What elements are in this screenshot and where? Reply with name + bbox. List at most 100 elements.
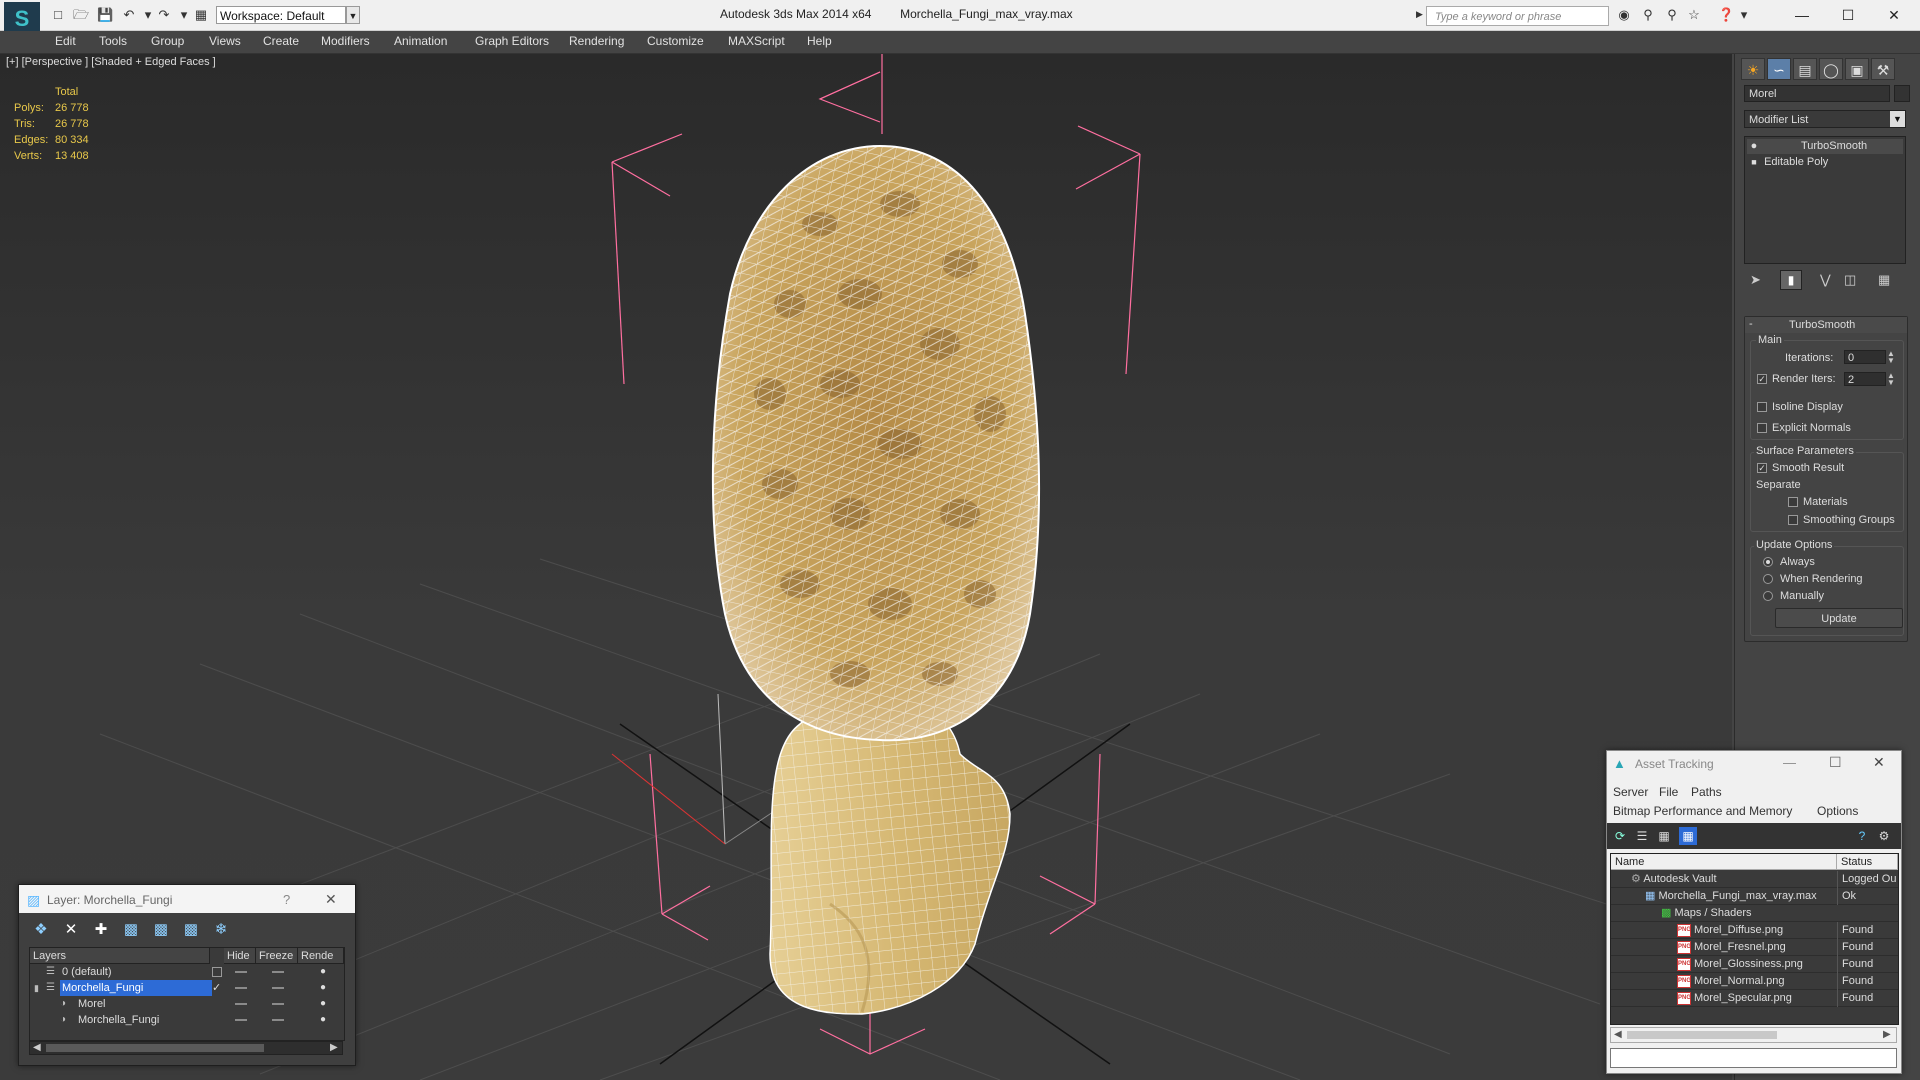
asset-row[interactable]: PNG Morel_Glossiness.png Found <box>1611 956 1898 973</box>
asset-row[interactable]: PNG Morel_Fresnel.png Found <box>1611 939 1898 956</box>
menu-modifiers[interactable]: Modifiers <box>321 34 370 48</box>
highlight-selected-icon[interactable]: ▩ <box>151 921 171 939</box>
hide-toggle[interactable] <box>235 971 247 973</box>
asset-menu-paths[interactable]: Paths <box>1691 785 1722 799</box>
modifier-list-dropdown[interactable]: Modifier List <box>1744 110 1906 128</box>
explicit-normals-checkbox[interactable] <box>1757 423 1767 433</box>
update-button[interactable]: Update <box>1775 608 1903 628</box>
menu-animation[interactable]: Animation <box>394 34 447 48</box>
stack-item-editable-poly[interactable]: ■ Editable Poly <box>1747 155 1903 170</box>
collapse-icon[interactable]: - <box>1749 318 1753 330</box>
isoline-display-checkbox[interactable] <box>1757 402 1767 412</box>
motion-tab-icon[interactable]: ◯ <box>1819 58 1843 80</box>
show-end-result-icon[interactable]: ▮ <box>1780 270 1802 290</box>
column-name[interactable]: Name <box>1611 854 1837 870</box>
configure-modifier-sets-icon[interactable]: ▦ <box>1878 272 1890 288</box>
smooth-result-checkbox[interactable]: ✓ <box>1757 463 1767 473</box>
menu-rendering[interactable]: Rendering <box>569 34 624 48</box>
iterations-spinner[interactable]: 0 <box>1844 350 1886 364</box>
display-tab-icon[interactable]: ▣ <box>1845 58 1869 80</box>
binoculars-icon[interactable]: ◉ <box>1616 7 1632 23</box>
menu-maxscript[interactable]: MAXScript <box>728 34 785 48</box>
hide-toggle[interactable] <box>235 1003 247 1005</box>
asset-row[interactable]: ▩ Maps / Shaders <box>1611 905 1898 922</box>
undo-dropdown-icon[interactable]: ▾ <box>140 7 156 23</box>
minimize-button[interactable]: — <box>1780 3 1824 27</box>
smoothing-groups-checkbox[interactable] <box>1788 515 1798 525</box>
make-unique-icon[interactable]: ⋁ <box>1820 272 1831 288</box>
search-input[interactable]: Type a keyword or phrase <box>1426 6 1609 26</box>
utilities-tab-icon[interactable]: ⚒ <box>1871 58 1895 80</box>
column-status[interactable]: Status <box>1837 854 1898 870</box>
freeze-toggle[interactable] <box>272 987 284 989</box>
object-name-field[interactable]: Morel <box>1744 85 1890 102</box>
remove-modifier-icon[interactable]: ◫ <box>1844 272 1856 288</box>
collapse-icon[interactable]: ▮ <box>34 980 39 996</box>
hide-toggle[interactable] <box>235 987 247 989</box>
open-file-icon[interactable]: 🗁 <box>73 7 89 23</box>
current-layer-checkmark-icon[interactable]: ✓ <box>212 980 221 996</box>
asset-menu-options[interactable]: Options <box>1817 804 1858 818</box>
viewport-label[interactable]: [+] [Perspective ] [Shaded + Edged Faces… <box>6 56 216 68</box>
project-folder-icon[interactable]: ▦ <box>193 7 209 23</box>
modify-tab-icon[interactable]: ∽ <box>1767 58 1791 80</box>
new-file-icon[interactable]: □ <box>50 7 66 23</box>
render-iters-spinner-arrows-icon[interactable]: ▲ ▼ <box>1887 372 1895 387</box>
asset-help-icon[interactable]: ? <box>1853 827 1871 845</box>
menu-customize[interactable]: Customize <box>647 34 704 48</box>
layer-horizontal-scrollbar[interactable]: ◀ ▶ <box>29 1041 343 1055</box>
save-icon[interactable]: 💾 <box>97 7 113 23</box>
delete-layer-icon[interactable]: ✕ <box>61 921 81 939</box>
modifier-list-arrow-icon[interactable]: ▼ <box>1890 111 1905 127</box>
always-radio[interactable] <box>1763 557 1773 567</box>
column-hide[interactable]: Hide <box>224 948 256 964</box>
communication-center-icon[interactable]: ⚲ <box>1664 7 1680 23</box>
help-dropdown-icon[interactable]: ▾ <box>1736 7 1752 23</box>
create-tab-icon[interactable]: ☀ <box>1741 58 1765 80</box>
object-color-swatch[interactable] <box>1894 85 1910 102</box>
rollout-header[interactable]: - TurboSmooth <box>1745 317 1907 333</box>
hide-toggle[interactable] <box>235 1019 247 1021</box>
subscription-icon[interactable]: ⚲ <box>1640 7 1656 23</box>
asset-path-field[interactable] <box>1610 1048 1897 1068</box>
search-expand-icon[interactable]: ▶ <box>1416 9 1423 20</box>
when-rendering-radio[interactable] <box>1763 574 1773 584</box>
maximize-button[interactable]: ☐ <box>1826 3 1870 27</box>
asset-maximize-button[interactable]: ☐ <box>1829 754 1842 771</box>
scroll-right-icon[interactable]: ▶ <box>1883 1029 1891 1040</box>
current-layer-checkbox[interactable] <box>212 967 222 977</box>
refresh-icon[interactable]: ⟳ <box>1611 827 1629 845</box>
asset-horizontal-scrollbar[interactable]: ◀ ▶ <box>1610 1027 1897 1043</box>
freeze-toggle[interactable] <box>272 1019 284 1021</box>
freeze-toggle[interactable] <box>272 971 284 973</box>
render-iters-spinner[interactable]: 2 <box>1844 372 1886 386</box>
asset-row[interactable]: ▦ Morchella_Fungi_max_vray.max Ok <box>1611 888 1898 905</box>
tree-view-icon[interactable]: ▦ <box>1655 827 1673 845</box>
manually-radio[interactable] <box>1763 591 1773 601</box>
redo-dropdown-icon[interactable]: ▾ <box>176 7 192 23</box>
freeze-toggle[interactable] <box>272 1003 284 1005</box>
hierarchy-tab-icon[interactable]: ▤ <box>1793 58 1817 80</box>
list-view-icon[interactable]: ☰ <box>1633 827 1651 845</box>
menu-help[interactable]: Help <box>807 34 832 48</box>
workspace-dropdown[interactable]: Workspace: Default <box>216 6 346 24</box>
lightbulb-icon[interactable]: ● <box>1747 139 1761 154</box>
close-button[interactable]: ✕ <box>1872 3 1916 27</box>
asset-menu-server[interactable]: Server <box>1613 785 1648 799</box>
menu-create[interactable]: Create <box>263 34 299 48</box>
menu-edit[interactable]: Edit <box>55 34 76 48</box>
menu-views[interactable]: Views <box>209 34 241 48</box>
asset-close-button[interactable]: ✕ <box>1873 754 1885 771</box>
expand-icon[interactable]: ■ <box>1747 155 1761 170</box>
scroll-left-icon[interactable]: ◀ <box>1614 1029 1622 1040</box>
column-freeze[interactable]: Freeze <box>256 948 298 964</box>
select-objects-icon[interactable]: ▩ <box>121 921 141 939</box>
workspace-menu-arrow-icon[interactable]: ▼ <box>346 6 360 24</box>
help-icon[interactable]: ❓ <box>1718 7 1734 23</box>
freeze-all-layers-icon[interactable]: ❄ <box>211 921 231 939</box>
layer-row[interactable]: ☰ 0 (default) ● <box>30 964 344 980</box>
render-teapot-icon[interactable]: ● <box>320 964 326 980</box>
create-layer-icon[interactable]: ❖ <box>31 921 51 939</box>
asset-menu-file[interactable]: File <box>1659 785 1678 799</box>
pin-stack-icon[interactable]: ➤ <box>1750 272 1761 288</box>
